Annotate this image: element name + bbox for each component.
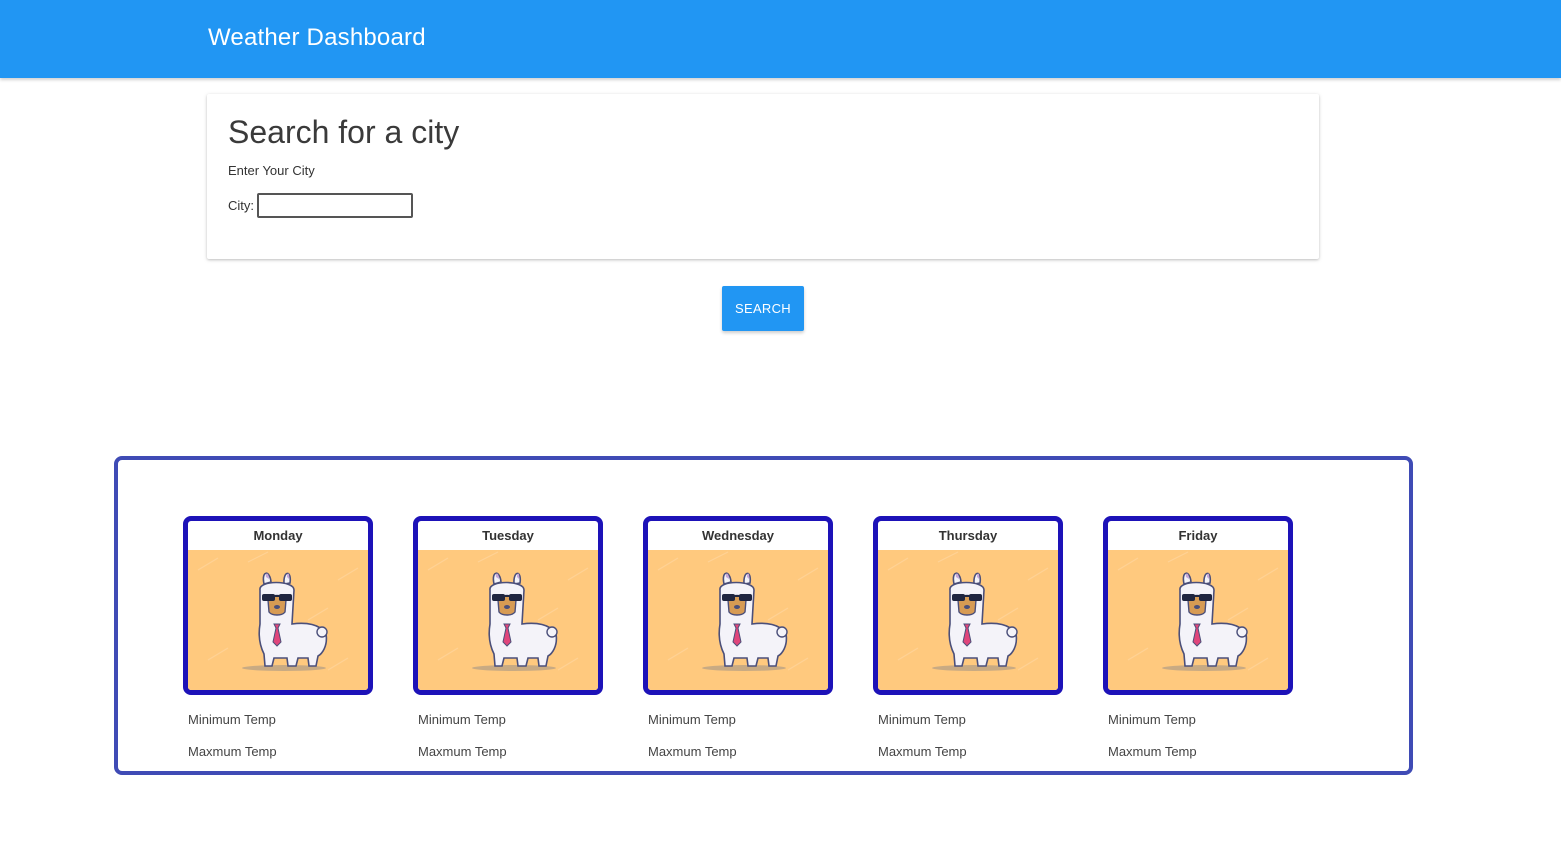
day-card: Wednesday [643, 516, 833, 695]
city-label: City: [228, 198, 254, 213]
min-temp-label: Minimum Temp [648, 712, 736, 727]
min-temp-label: Minimum Temp [418, 712, 506, 727]
min-temp-label: Minimum Temp [878, 712, 966, 727]
day-name: Friday [1178, 528, 1218, 543]
day-card: Tuesday [413, 516, 603, 695]
llama-illustration [1117, 551, 1279, 671]
llama-illustration [197, 551, 359, 671]
top-navbar: Weather Dashboard [0, 0, 1561, 78]
day-name: Wednesday [701, 528, 774, 543]
max-temp-label: Maxmum Temp [878, 744, 967, 759]
max-temp-label: Maxmum Temp [1108, 744, 1197, 759]
day-name: Thursday [938, 528, 998, 543]
forecast-panel: Monday Minimum Temp Maxmum Temp Tuesday [114, 456, 1413, 775]
day-name: Monday [253, 528, 303, 543]
day-card: Thursday [873, 516, 1063, 695]
search-heading: Search for a city [228, 114, 460, 150]
llama-image [878, 550, 1058, 690]
min-temp-label: Minimum Temp [1108, 712, 1196, 727]
city-input[interactable] [257, 193, 413, 218]
llama-image [418, 550, 598, 690]
app-title[interactable]: Weather Dashboard [208, 24, 426, 52]
search-button[interactable]: Search [722, 286, 804, 331]
llama-illustration [887, 551, 1049, 671]
day-card: Friday [1103, 516, 1293, 695]
llama-image [188, 550, 368, 690]
llama-image [648, 550, 828, 690]
max-temp-label: Maxmum Temp [648, 744, 737, 759]
min-temp-label: Minimum Temp [188, 712, 276, 727]
llama-illustration [657, 551, 819, 671]
search-subheading: Enter Your City [228, 163, 315, 178]
max-temp-label: Maxmum Temp [418, 744, 507, 759]
day-name: Tuesday [482, 528, 534, 543]
llama-illustration [427, 551, 589, 671]
max-temp-label: Maxmum Temp [188, 744, 277, 759]
day-card: Monday [183, 516, 373, 695]
search-card: Search for a city Enter Your City City: [207, 94, 1319, 259]
llama-image [1108, 550, 1288, 690]
